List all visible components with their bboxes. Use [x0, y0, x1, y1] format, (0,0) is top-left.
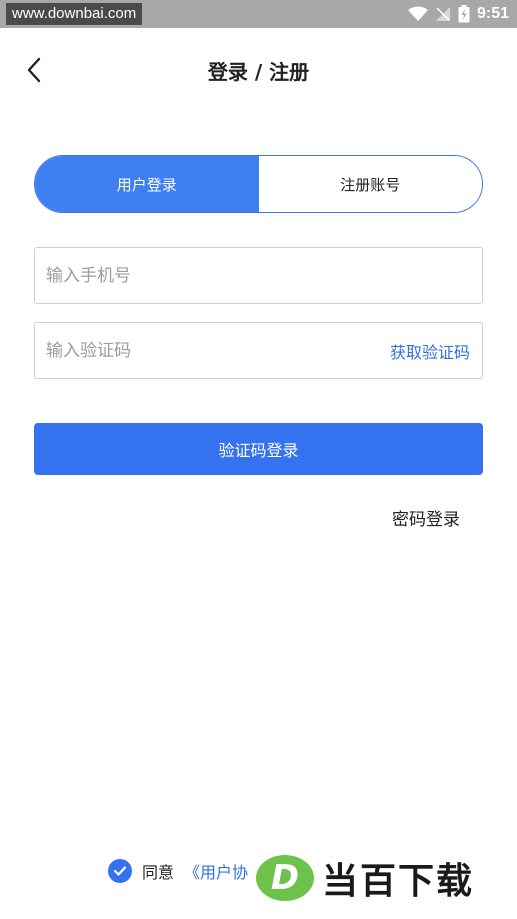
watermark-url: www.downbai.com	[6, 3, 143, 25]
login-tabs: 用户登录 注册账号	[34, 155, 483, 213]
page-title: 登录 / 注册	[207, 60, 310, 84]
agree-label: 同意	[142, 863, 175, 882]
watermark-logo: D 当百下载	[256, 852, 474, 904]
phone-input[interactable]	[35, 248, 482, 303]
wifi-icon	[407, 6, 428, 21]
agreement-row: 同意 《用户协	[108, 858, 248, 884]
clock: 9:51	[476, 5, 509, 22]
agree-checkbox[interactable]	[108, 859, 132, 883]
code-field: 获取验证码	[34, 322, 483, 379]
status-icons: 9:51	[407, 0, 509, 28]
tab-register[interactable]: 注册账号	[258, 156, 482, 212]
no-signal-icon	[435, 7, 450, 21]
battery-icon	[458, 5, 470, 23]
logo-letter: D	[256, 855, 314, 901]
phone-field	[34, 247, 483, 304]
tab-user-login[interactable]: 用户登录	[35, 156, 259, 212]
nav-bar: 登录 / 注册	[0, 42, 517, 98]
password-login-link[interactable]: 密码登录	[392, 505, 460, 530]
code-login-button[interactable]: 验证码登录	[34, 423, 483, 475]
code-input[interactable]	[35, 323, 390, 378]
user-agreement-link[interactable]: 《用户协	[184, 859, 248, 883]
status-bar: www.downbai.com 9:51	[0, 0, 517, 28]
get-code-button[interactable]: 获取验证码	[390, 339, 482, 363]
checkmark-icon	[113, 866, 127, 876]
logo-text: 当百下载	[322, 861, 475, 902]
